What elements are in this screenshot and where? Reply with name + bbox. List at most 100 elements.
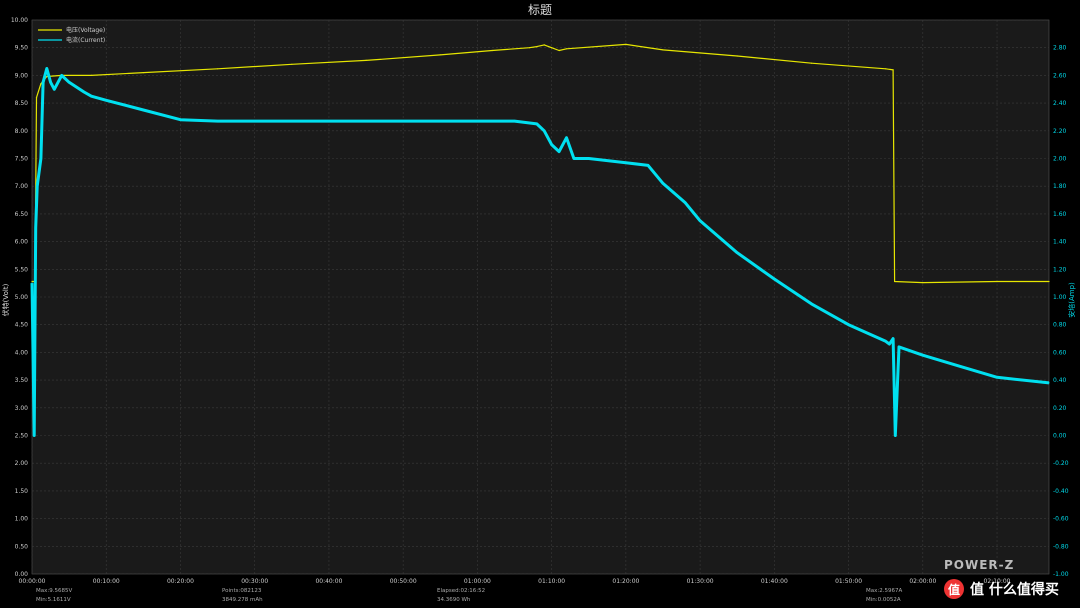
data-point [90,74,92,76]
stat-min-current: Min:0.0052A [866,597,901,603]
data-point [959,365,961,367]
y-tick-label-right: 0.40 [1053,377,1067,384]
data-point [996,376,998,378]
stat-energy-mah: 3849.278 mAh [222,597,263,603]
data-point [36,185,38,187]
data-point [736,252,738,254]
data-point [543,44,545,46]
data-point [142,72,144,74]
data-point [179,119,182,121]
data-point [33,434,35,437]
data-point [810,303,813,305]
y-tick-label-right: 2.20 [1053,128,1067,135]
data-point [996,280,998,283]
chart-window: 标题 10.00 9.50 9.00 8.50 8.00 7.50 7.00 6.50 6.00… [0,0,1080,608]
data-point [662,49,664,51]
data-point [105,99,107,101]
y-tick-label-left: 7.00 [15,183,29,190]
data-point [35,227,37,229]
data-point [894,434,896,437]
y-tick-label-right: -0.60 [1053,516,1069,523]
data-point [513,120,516,122]
legend-label: 电流(Current) [66,36,105,44]
y-tick-label-right: 2.00 [1053,156,1067,163]
legend-label: 电压(Voltage) [66,26,105,34]
y-tick-label-left: 8.00 [15,128,29,135]
y-tick-label-left: 2.00 [15,460,29,467]
y-tick-label-left: 1.50 [15,488,29,495]
data-point [898,346,900,348]
y-tick-label-left: 1.00 [15,516,29,523]
data-point [40,157,42,160]
y-tick-label-left: 0.50 [15,543,29,550]
data-point [573,157,575,160]
x-tick-label: 00:30:00 [241,578,268,585]
grid-lines [31,19,1049,575]
x-tick-label: 00:20:00 [167,578,194,585]
data-point [699,220,701,222]
data-point [736,55,738,57]
data-point [551,144,553,146]
y-tick-label-right: 1.60 [1053,211,1067,218]
data-point [565,137,568,139]
data-point [40,83,42,85]
data-point [536,123,538,125]
data-point [50,81,52,83]
data-point [31,280,33,283]
y-tick-label-right: 2.40 [1053,100,1067,107]
data-point [1048,382,1050,384]
y-tick-label-right: 2.80 [1053,45,1067,52]
data-point [647,164,649,166]
data-point [536,46,538,48]
x-axis: 00:00:00 00:10:00 00:20:00 00:30:00 00:40:00… [19,578,1011,585]
stat-max-voltage: Max:9.5685V [36,588,73,594]
y-tick-label-left: 4.50 [15,322,29,329]
y-tick-label-right: 0.60 [1053,349,1067,356]
data-point [90,95,92,97]
y-tick-label-right: 0.20 [1053,405,1067,412]
data-point [217,120,219,122]
data-point [1048,280,1050,283]
y-tick-label-left: 2.50 [15,433,29,440]
y-tick-label-right: 2.60 [1053,72,1067,79]
y-tick-label-right: 0.00 [1053,433,1067,440]
data-point [53,88,55,90]
x-tick-label: 01:40:00 [761,578,788,585]
y-tick-label-left: 6.50 [15,211,29,218]
y-tick-label-left: 6.00 [15,239,29,246]
right-axis: 2.80 2.60 2.40 2.20 2.00 1.80 1.60 1.40 1.20 1.00… [1053,45,1069,578]
y-axis-label-right: 安培(Amp) [1067,282,1076,318]
data-point [922,354,924,356]
data-point [892,69,894,71]
left-axis: 10.00 9.50 9.00 8.50 8.00 7.50 7.00 6.50 6.00 5.5… [11,17,28,578]
y-tick-label-left: 5.50 [15,266,29,273]
data-point [46,75,48,78]
x-tick-label: 01:00:00 [464,578,491,585]
x-tick-label: 00:40:00 [315,578,342,585]
data-point [894,280,896,283]
data-point [892,338,894,340]
stat-points: Points:082123 [222,588,262,594]
stats-footer: Max:9.5685V Min:5.1611V Points:082123 38… [0,586,1080,608]
data-point [42,81,44,83]
y-tick-label-left: 3.00 [15,405,29,412]
data-point [328,120,330,122]
data-point [551,47,553,49]
y-tick-label-right: -0.80 [1053,543,1069,550]
x-tick-label: 00:50:00 [390,578,417,585]
data-point [558,151,560,153]
data-point [662,182,664,184]
y-tick-label-right: 1.80 [1053,183,1067,190]
data-point [83,91,85,93]
data-point [402,120,404,122]
y-tick-label-right: -0.40 [1053,488,1069,495]
data-point [217,68,219,70]
y-tick-label-left: 7.50 [15,156,29,163]
data-point [439,54,441,56]
y-tick-label-left: 0.00 [15,571,29,578]
data-point [365,59,367,62]
data-point [885,340,887,342]
data-point [68,81,70,83]
x-tick-label: 01:10:00 [538,578,565,585]
data-point [773,278,775,280]
